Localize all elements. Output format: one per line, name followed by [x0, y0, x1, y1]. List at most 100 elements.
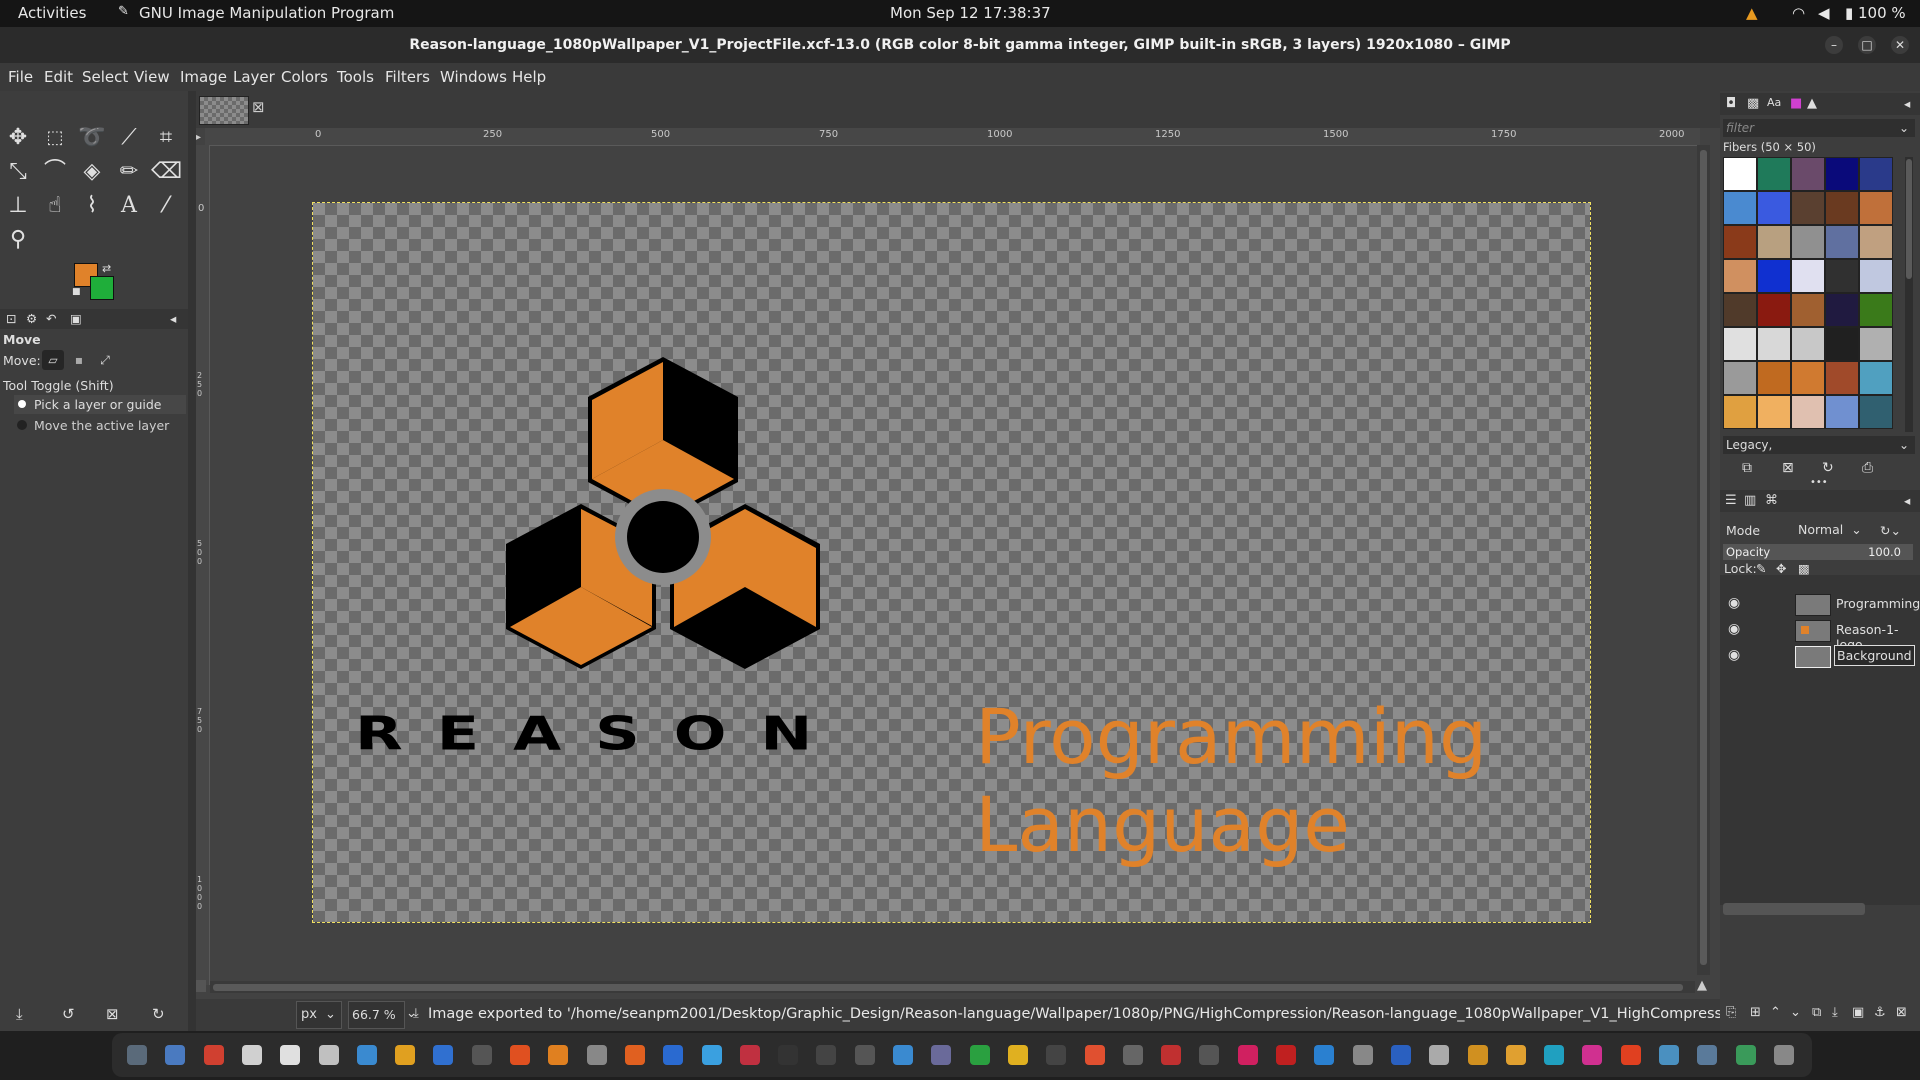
- duplicate-layer-icon[interactable]: ⧉: [1812, 1005, 1821, 1020]
- warp-icon[interactable]: ⌒: [40, 157, 70, 187]
- reset-options-icon[interactable]: ↻: [152, 1005, 165, 1023]
- dock-separator[interactable]: [188, 91, 196, 1031]
- images-tab-icon[interactable]: ▣: [70, 311, 82, 326]
- eye-icon[interactable]: ◉: [1728, 647, 1740, 663]
- taskbar-app-icon[interactable]: [739, 1045, 760, 1065]
- radio-selected-icon[interactable]: [18, 400, 26, 408]
- crop-icon[interactable]: ⌗: [151, 123, 181, 153]
- delete-layer-icon[interactable]: ⊠: [1896, 1005, 1907, 1020]
- radio-unselected-icon[interactable]: [17, 420, 27, 430]
- tag-chevron-icon[interactable]: ⌄: [1899, 436, 1909, 454]
- pattern-swatch[interactable]: [1859, 191, 1893, 225]
- taskbar-app-icon[interactable]: [1276, 1045, 1296, 1065]
- filter-chevron-icon[interactable]: ⌄: [1899, 119, 1909, 137]
- mode-select[interactable]: Normal ⌄: [1798, 519, 1870, 541]
- pattern-swatch[interactable]: [1825, 395, 1859, 429]
- taskbar-app-icon[interactable]: [1122, 1045, 1143, 1065]
- menu-windows[interactable]: Windows: [440, 68, 507, 86]
- taskbar-app-icon[interactable]: [318, 1045, 339, 1065]
- pattern-swatch[interactable]: [1859, 259, 1893, 293]
- window-title-bar[interactable]: Reason-language_1080pWallpaper_V1_Projec…: [0, 27, 1920, 63]
- save-options-icon[interactable]: ⤓: [16, 1005, 23, 1023]
- pattern-swatch[interactable]: [1723, 395, 1757, 429]
- menu-help[interactable]: Help: [512, 68, 546, 86]
- taskbar-app-icon[interactable]: [624, 1045, 645, 1065]
- image-tab-thumbnail[interactable]: [199, 96, 249, 125]
- activities-button[interactable]: Activities: [18, 4, 86, 22]
- open-pattern-folder-icon[interactable]: ⎙: [1862, 460, 1873, 476]
- new-layer-icon[interactable]: ⎘: [1726, 1005, 1736, 1020]
- clock[interactable]: Mon Sep 12 17:38:37: [890, 4, 1051, 22]
- pattern-swatch[interactable]: [1859, 293, 1893, 327]
- warning-icon[interactable]: ▲: [1746, 4, 1758, 22]
- scale-icon[interactable]: ⤡: [3, 157, 33, 187]
- menu-view[interactable]: View: [134, 68, 170, 86]
- pattern-swatch[interactable]: [1791, 259, 1825, 293]
- tool-options-tab-icon[interactable]: ⊡: [6, 311, 16, 326]
- pattern-swatch[interactable]: [1723, 361, 1757, 395]
- lock-alpha-icon[interactable]: ▩: [1798, 561, 1810, 576]
- menu-filters[interactable]: Filters: [385, 68, 430, 86]
- menu-edit[interactable]: Edit: [44, 68, 73, 86]
- device-status-tab-icon[interactable]: ⚙: [26, 311, 37, 326]
- taskbar-app-icon[interactable]: [1620, 1045, 1641, 1065]
- pattern-swatch[interactable]: [1859, 225, 1893, 259]
- fonts-tab-icon[interactable]: Aa: [1767, 96, 1781, 109]
- minimize-button[interactable]: –: [1825, 36, 1843, 54]
- programming-text[interactable]: Programming: [975, 692, 1487, 781]
- navigate-icon[interactable]: ▲: [1697, 978, 1707, 993]
- layers-dock-menu-icon[interactable]: ◂: [1904, 493, 1910, 508]
- option-pick-row[interactable]: Pick a layer or guide: [14, 395, 186, 414]
- pattern-swatch[interactable]: [1825, 225, 1859, 259]
- smudge-icon[interactable]: ☝: [40, 191, 70, 221]
- pattern-swatch[interactable]: [1723, 191, 1757, 225]
- pattern-swatch[interactable]: [1825, 259, 1859, 293]
- taskbar-app-icon[interactable]: [1659, 1045, 1679, 1065]
- pattern-swatch[interactable]: [1859, 361, 1893, 395]
- move-selection-mode-button[interactable]: ▪: [68, 350, 90, 370]
- pattern-swatch[interactable]: [1791, 327, 1825, 361]
- taskbar-app-icon[interactable]: [854, 1045, 875, 1065]
- zoom-select[interactable]: 66.7 %: [348, 1001, 405, 1029]
- battery-percent[interactable]: 100 %: [1858, 4, 1906, 22]
- pattern-swatch[interactable]: [1791, 225, 1825, 259]
- taskbar-app-icon[interactable]: [395, 1045, 416, 1065]
- taskbar-app-icon[interactable]: [969, 1045, 990, 1065]
- mask-icon[interactable]: ▣: [1852, 1005, 1864, 1020]
- taskbar-app-icon[interactable]: [510, 1045, 530, 1065]
- vertical-scroll-thumb[interactable]: [1700, 150, 1707, 965]
- pattern-filter-input[interactable]: filter ⌄: [1723, 119, 1915, 137]
- pattern-swatch[interactable]: [1757, 361, 1791, 395]
- layers-hscroll-thumb[interactable]: [1723, 903, 1865, 915]
- dynamics-tab-icon[interactable]: ▲: [1807, 96, 1817, 111]
- taskbar-app-icon[interactable]: [1161, 1045, 1182, 1065]
- lasso-icon[interactable]: ➰: [77, 123, 107, 153]
- pattern-swatch[interactable]: [1825, 293, 1859, 327]
- menu-colors[interactable]: Colors: [281, 68, 328, 86]
- panel-grip-icon[interactable]: •••: [1810, 477, 1828, 488]
- taskbar-app-icon[interactable]: [1467, 1045, 1488, 1065]
- mode-reset-icon[interactable]: ↻⌄: [1880, 523, 1901, 538]
- anchor-icon[interactable]: ⚓: [1874, 1005, 1886, 1020]
- taskbar-app-icon[interactable]: [471, 1045, 492, 1065]
- taskbar-app-icon[interactable]: [356, 1045, 377, 1065]
- gradients-tab-icon[interactable]: ■: [1790, 96, 1802, 111]
- lower-layer-icon[interactable]: ⌄: [1790, 1005, 1801, 1020]
- panel-menu-icon[interactable]: ◂: [170, 311, 176, 326]
- taskbar-app-icon[interactable]: [548, 1045, 569, 1065]
- menu-image[interactable]: Image: [180, 68, 227, 86]
- duplicate-pattern-icon[interactable]: ⧉: [1742, 460, 1752, 476]
- taskbar-app-icon[interactable]: [1084, 1045, 1105, 1065]
- opacity-slider[interactable]: Opacity 100.0: [1723, 544, 1913, 560]
- taskbar-app-icon[interactable]: [1314, 1045, 1335, 1065]
- horizontal-scroll-thumb[interactable]: [213, 984, 1683, 991]
- taskbar-app-icon[interactable]: [1735, 1045, 1756, 1065]
- pattern-swatch[interactable]: [1757, 259, 1791, 293]
- raise-layer-icon[interactable]: ⌃: [1770, 1005, 1781, 1020]
- pattern-scroll-thumb[interactable]: [1906, 159, 1912, 279]
- pattern-swatch[interactable]: [1825, 191, 1859, 225]
- pattern-swatch[interactable]: [1757, 327, 1791, 361]
- taskbar-app-icon[interactable]: [663, 1045, 684, 1065]
- clone-icon[interactable]: ⊥: [3, 191, 33, 221]
- taskbar-app-icon[interactable]: [701, 1045, 722, 1065]
